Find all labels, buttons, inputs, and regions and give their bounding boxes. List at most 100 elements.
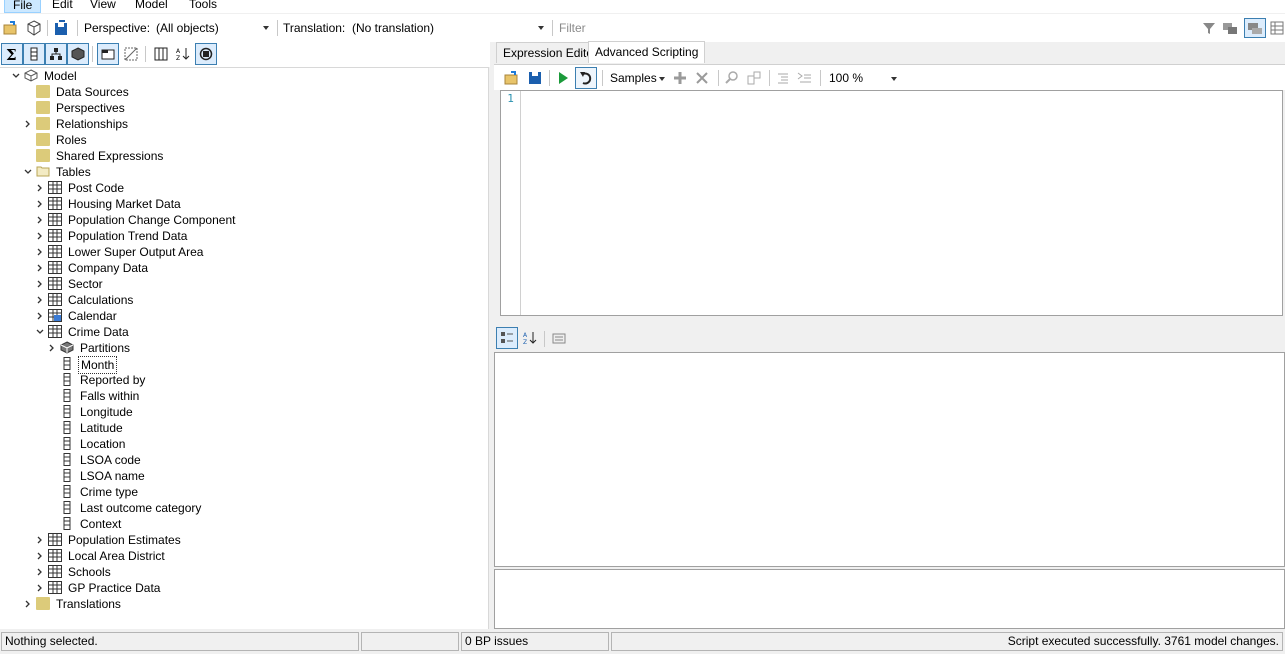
categorized-icon[interactable] [496, 327, 518, 349]
chevron-right-icon[interactable] [36, 184, 44, 192]
table-icon [48, 181, 62, 194]
samples-dropdown[interactable]: Samples [610, 71, 657, 85]
show-measures-icon[interactable]: Σ [1, 43, 23, 65]
chevron-down-icon[interactable] [659, 77, 665, 81]
perspective-value: (All objects) [156, 21, 219, 35]
tree-label: Falls within [80, 389, 140, 403]
replace-icon[interactable] [746, 70, 762, 86]
open-script-icon[interactable] [504, 70, 520, 86]
folder-icon [36, 117, 50, 130]
table-icon [48, 581, 62, 594]
chevron-right-icon[interactable] [36, 232, 44, 240]
perspective-label: Perspective: [84, 21, 151, 35]
tree-label: Perspectives [56, 101, 125, 115]
menu-file[interactable]: File [4, 0, 42, 13]
tree-label: Tables [56, 165, 91, 179]
table-icon [48, 549, 62, 562]
tree-label: Calendar [68, 309, 117, 323]
tree-label: Calculations [68, 293, 134, 307]
undo-icon[interactable] [575, 67, 597, 89]
delete-icon[interactable] [694, 70, 710, 86]
menu-tools[interactable]: Tools [181, 0, 225, 13]
zoom-dropdown[interactable]: 100 % [829, 71, 863, 85]
chevron-right-icon[interactable] [36, 216, 44, 224]
add-icon[interactable] [672, 70, 688, 86]
tree-label: Lower Super Output Area [68, 245, 204, 259]
chevron-right-icon[interactable] [36, 200, 44, 208]
sort-alphabetical-icon[interactable]: AZ [519, 327, 541, 349]
table-icon [48, 261, 62, 274]
filter-icon[interactable] [1201, 20, 1217, 36]
tree-label: Reported by [80, 373, 146, 387]
property-pages-icon[interactable] [548, 327, 570, 349]
chevron-down-icon[interactable] [12, 72, 20, 80]
chevron-down-icon [263, 26, 269, 30]
chevron-right-icon[interactable] [36, 248, 44, 256]
chevron-down-icon[interactable] [891, 77, 897, 81]
display-mode-active-icon[interactable] [1244, 18, 1266, 38]
perspective-dropdown[interactable]: (All objects) [152, 18, 272, 38]
save-icon[interactable] [53, 20, 69, 36]
line-number: 1 [507, 92, 514, 105]
svg-text:Σ: Σ [6, 47, 17, 61]
show-partitions-icon[interactable] [67, 43, 89, 65]
list-view-icon[interactable] [1269, 20, 1285, 36]
uncomment-icon[interactable] [797, 70, 813, 86]
show-metadata-icon[interactable] [195, 43, 217, 65]
folder-icon [36, 85, 50, 98]
tree-label: Latitude [80, 421, 123, 435]
find-icon[interactable] [724, 70, 740, 86]
chevron-right-icon[interactable] [36, 584, 44, 592]
deploy-icon[interactable] [26, 20, 42, 36]
show-display-folders-icon[interactable] [97, 43, 119, 65]
sort-alphabetical-icon[interactable]: AZ [172, 43, 194, 65]
chevron-right-icon[interactable] [24, 600, 32, 608]
tree-label: Translations [56, 597, 121, 611]
script-editor[interactable]: 1 [500, 90, 1283, 316]
tree-label: Local Area District [68, 549, 165, 563]
menu-view[interactable]: View [82, 0, 124, 13]
chevron-right-icon[interactable] [36, 280, 44, 288]
column-icon [63, 405, 71, 418]
menu-model[interactable]: Model [127, 0, 176, 13]
chevron-right-icon[interactable] [36, 312, 44, 320]
run-script-icon[interactable] [555, 70, 571, 86]
chevron-right-icon[interactable] [36, 536, 44, 544]
menu-bar: File Edit View Model Tools [0, 0, 1285, 13]
chevron-right-icon[interactable] [36, 552, 44, 560]
display-mode-icon[interactable] [1222, 20, 1238, 36]
tree-label: Housing Market Data [68, 197, 181, 211]
tree-label: Last outcome category [80, 501, 202, 515]
chevron-right-icon[interactable] [36, 568, 44, 576]
chevron-right-icon[interactable] [36, 296, 44, 304]
status-bar: Nothing selected. 0 BP issues Script exe… [0, 630, 1285, 654]
tree-label: LSOA name [80, 469, 145, 483]
status-bp-issues[interactable]: 0 BP issues [461, 632, 609, 651]
property-grid[interactable] [494, 352, 1285, 567]
filter-input[interactable]: Filter [559, 21, 586, 35]
column-icon [63, 389, 71, 402]
chevron-right-icon[interactable] [36, 264, 44, 272]
chevron-down-icon[interactable] [36, 328, 44, 336]
show-hierarchies-icon[interactable] [45, 43, 67, 65]
show-columns-icon[interactable] [23, 43, 45, 65]
show-hidden-icon[interactable] [120, 43, 142, 65]
folder-icon [36, 101, 50, 114]
chevron-down-icon[interactable] [24, 168, 32, 176]
tree-label: LSOA code [80, 453, 141, 467]
menu-edit[interactable]: Edit [44, 0, 81, 13]
folder-icon [36, 597, 50, 610]
tab-advanced-scripting[interactable]: Advanced Scripting [588, 41, 706, 63]
column-icon [63, 517, 71, 530]
chevron-right-icon[interactable] [48, 344, 56, 352]
svg-text:Z: Z [176, 55, 180, 61]
column-chooser-icon[interactable] [150, 43, 172, 65]
table-icon [48, 229, 62, 242]
translation-dropdown[interactable]: (No translation) [348, 18, 548, 38]
open-icon[interactable] [3, 20, 19, 36]
model-tree[interactable]: Model Data Sources Perspectives Relation… [0, 67, 489, 629]
column-icon [63, 485, 71, 498]
comment-icon[interactable] [775, 70, 791, 86]
chevron-right-icon[interactable] [24, 120, 32, 128]
save-script-icon[interactable] [527, 70, 543, 86]
